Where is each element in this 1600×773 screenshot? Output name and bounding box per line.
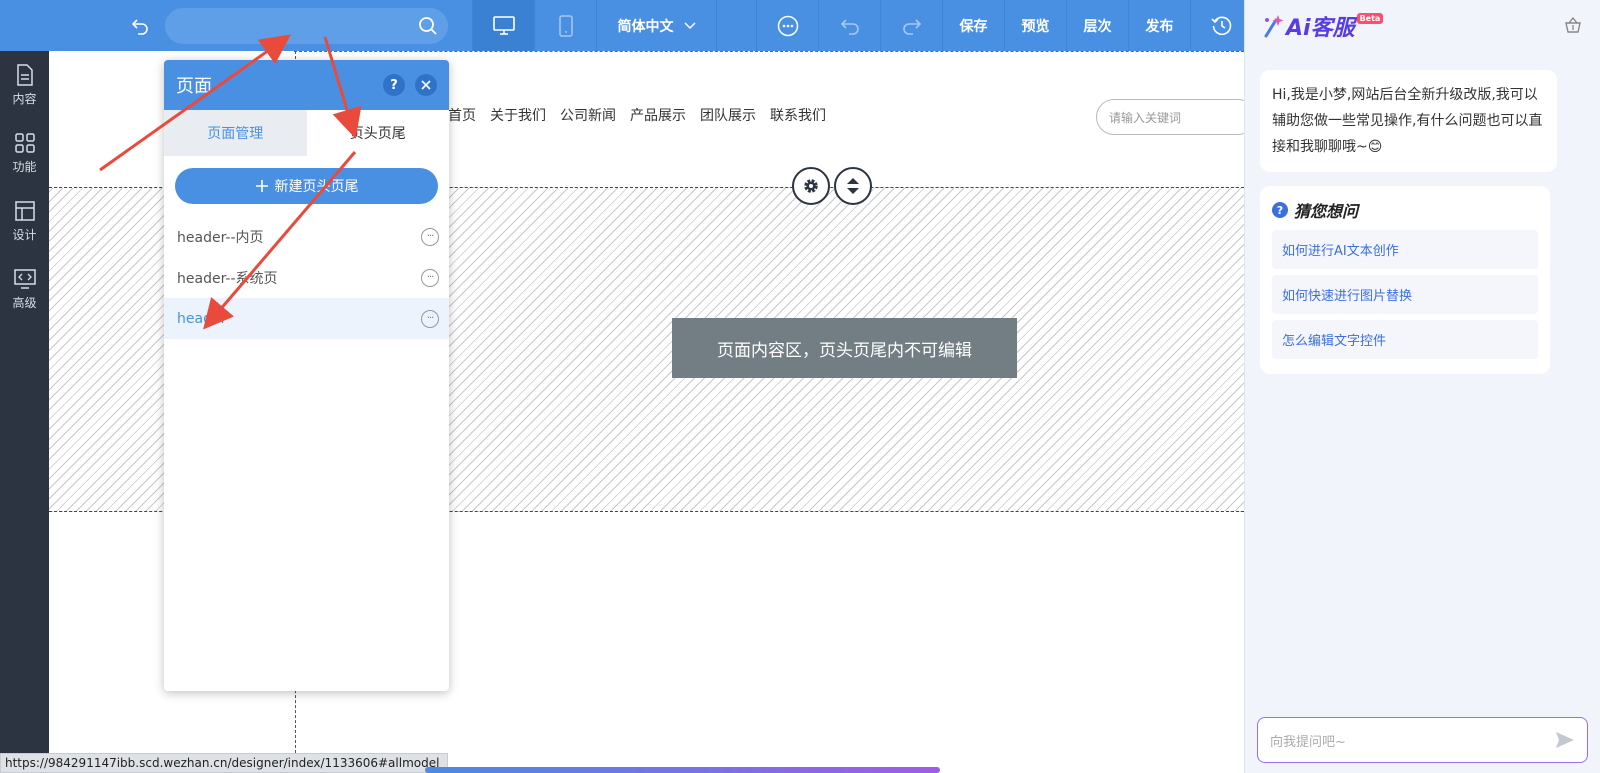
site-nav-item[interactable]: 首页 (448, 105, 476, 125)
search-icon[interactable] (418, 16, 438, 36)
suggested-questions: ? 猜您想问 如何进行AI文本创作 如何快速进行图片替换 怎么编辑文字控件 (1260, 186, 1550, 374)
help-icon[interactable]: ? (383, 74, 405, 96)
sidebar-label-content: 内容 (12, 91, 37, 106)
list-item-label: header (177, 310, 227, 327)
new-header-footer-button[interactable]: 新建页头页尾 (175, 168, 438, 204)
top-toolbar: 简体中文 保存 预览 层次 发布 (0, 0, 1244, 51)
redo-button[interactable] (880, 0, 942, 51)
suggested-title-text: 猜您想问 (1294, 202, 1359, 221)
left-sidebar: 内容 功能 设计 高级 (0, 51, 49, 773)
language-select[interactable]: 简体中文 (596, 0, 716, 51)
toolbar-spacer (716, 0, 756, 51)
site-nav-item[interactable]: 产品展示 (630, 105, 686, 125)
suggested-question[interactable]: 怎么编辑文字控件 (1272, 320, 1538, 359)
list-item[interactable]: header--内页 ··· (164, 216, 449, 257)
sparkle-icon (1264, 15, 1284, 38)
toolbar-search-input[interactable] (165, 8, 448, 44)
suggested-question[interactable]: 如何快速进行图片替换 (1272, 275, 1538, 314)
save-button[interactable]: 保存 (942, 0, 1004, 51)
list-item-label: header--系统页 (177, 270, 278, 287)
site-nav-item[interactable]: 联系我们 (770, 105, 826, 125)
ai-header: Ai客服 Beta (1245, 0, 1600, 52)
list-item-label: header--内页 (177, 229, 264, 246)
clear-chat-button[interactable] (1564, 16, 1582, 38)
beta-badge: Beta (1356, 12, 1384, 24)
list-item[interactable]: header--系统页 ··· (164, 257, 449, 298)
panel-tabs: 页面管理 页头页尾 (164, 110, 449, 156)
ai-chat-input[interactable]: 向我提问吧~ (1257, 717, 1588, 763)
sidebar-label-functions: 功能 (12, 159, 37, 174)
ai-brand: Ai客服 (1286, 16, 1355, 41)
undo-icon (840, 18, 859, 35)
header-footer-list: header--内页 ··· header--系统页 ··· header ··… (164, 216, 449, 339)
mobile-icon (558, 14, 573, 37)
back-button[interactable] (116, 0, 164, 51)
basket-icon (1565, 16, 1581, 33)
language-label: 简体中文 (617, 18, 674, 35)
send-icon[interactable] (1555, 731, 1575, 749)
sidebar-label-advanced: 高级 (12, 295, 37, 310)
redo-icon (902, 18, 921, 35)
question-icon: ? (1272, 202, 1288, 218)
chat-input-placeholder: 向我提问吧~ (1270, 734, 1346, 750)
sidebar-label-design: 设计 (12, 227, 37, 242)
ai-assistant-panel: Ai客服 Beta Hi,我是小梦,网站后台全新升级改版,我可以辅助您做一些常见… (1244, 0, 1600, 773)
history-button[interactable] (1190, 0, 1252, 51)
close-icon[interactable] (415, 74, 437, 96)
suggested-question[interactable]: 如何进行AI文本创作 (1272, 230, 1538, 269)
site-nav-item[interactable]: 公司新闻 (560, 105, 616, 125)
status-url: https://984291147ibb.scd.wezhan.cn/desig… (0, 753, 449, 773)
header-guide-line (294, 51, 1244, 52)
site-search-input[interactable]: 请输入关键词 (1096, 99, 1244, 135)
layers-button[interactable]: 层次 (1066, 0, 1128, 51)
undo-button[interactable] (818, 0, 880, 51)
panel-header: 页面 ? (164, 60, 449, 110)
sidebar-item-design[interactable]: 设计 (0, 187, 49, 255)
mobile-view-button[interactable] (534, 0, 596, 51)
new-button-label: 新建页头页尾 (274, 179, 359, 195)
layout-icon (14, 200, 35, 221)
code-monitor-icon (13, 268, 36, 289)
back-arrow-icon (131, 18, 148, 35)
more-options-icon[interactable]: ··· (421, 227, 439, 246)
site-nav-item[interactable]: 关于我们 (490, 105, 546, 125)
loading-progress-bar (425, 767, 940, 773)
publish-button[interactable]: 发布 (1128, 0, 1190, 51)
pages-panel: 页面 ? 页面管理 页头页尾 新建页头页尾 header--内页 ··· hea… (164, 60, 449, 691)
sidebar-item-content[interactable]: 内容 (0, 51, 49, 119)
tab-page-management[interactable]: 页面管理 (164, 110, 307, 156)
plus-icon (255, 180, 268, 192)
site-nav-menu: 首页 关于我们 公司新闻 产品展示 团队展示 联系我们 (448, 105, 826, 125)
document-icon (16, 63, 33, 86)
desktop-view-button[interactable] (472, 0, 534, 51)
tab-header-footer[interactable]: 页头页尾 (306, 110, 449, 156)
preview-button[interactable]: 预览 (1004, 0, 1066, 51)
desktop-icon (492, 15, 515, 35)
site-nav-item[interactable]: 团队展示 (700, 105, 756, 125)
section-sort-button[interactable] (834, 167, 872, 205)
ai-logo: Ai客服 Beta (1260, 10, 1384, 42)
more-options-icon[interactable]: ··· (421, 268, 439, 287)
sidebar-item-advanced[interactable]: 高级 (0, 255, 49, 323)
list-item-selected[interactable]: header ··· (164, 298, 449, 339)
suggested-title: ? 猜您想问 (1272, 198, 1538, 222)
gear-icon (804, 179, 818, 193)
site-search-placeholder: 请输入关键词 (1109, 110, 1182, 125)
more-button[interactable] (756, 0, 818, 51)
more-options-icon[interactable]: ··· (421, 309, 439, 328)
panel-title: 页面 (176, 76, 212, 97)
grid-icon (14, 132, 35, 153)
sidebar-item-functions[interactable]: 功能 (0, 119, 49, 187)
sort-arrows-icon (847, 178, 859, 194)
section-settings-button[interactable] (792, 167, 830, 205)
content-area-label: 页面内容区，页头页尾内不可编辑 (672, 318, 1017, 378)
more-icon (777, 15, 798, 36)
ai-greeting-bubble: Hi,我是小梦,网站后台全新升级改版,我可以辅助您做一些常见操作,有什么问题也可… (1260, 70, 1557, 172)
chevron-down-icon (683, 21, 696, 29)
history-icon (1210, 16, 1231, 35)
